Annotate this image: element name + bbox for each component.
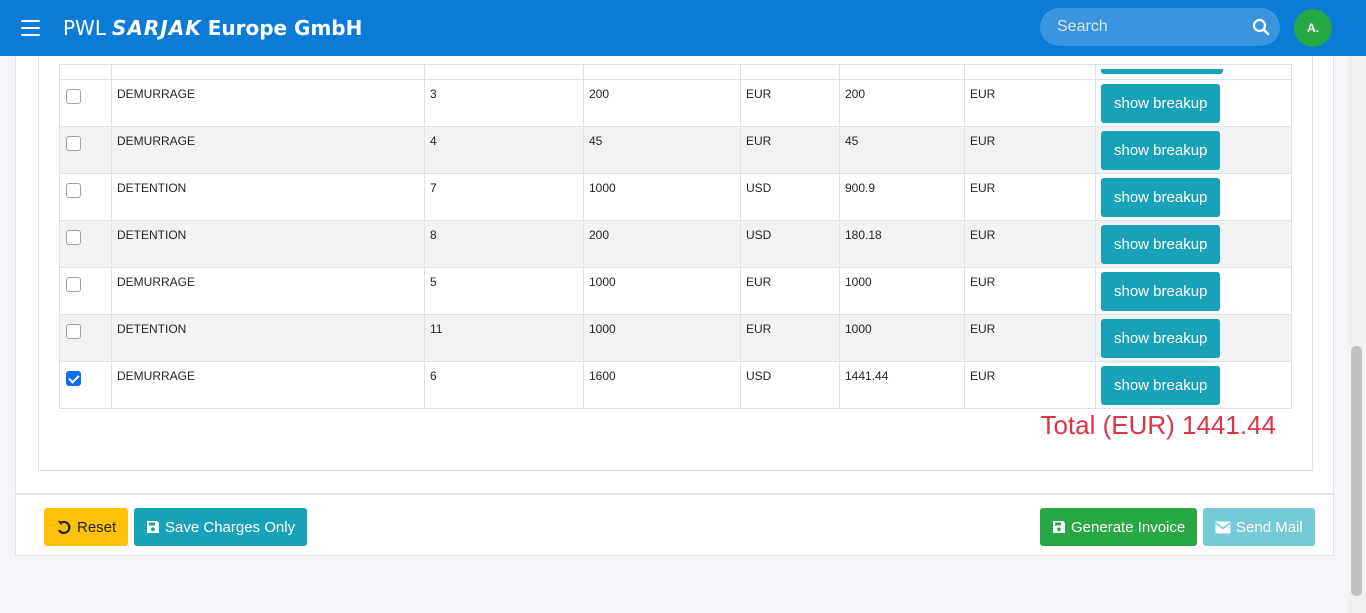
days-cell: 7 — [424, 173, 584, 221]
reset-button[interactable]: Reset — [44, 508, 129, 546]
total-amount: Total (EUR) 1441.44 — [1040, 410, 1276, 440]
show-breakup-button[interactable]: show breakup — [1101, 319, 1221, 358]
show-breakup-button[interactable]: show breakup — [1101, 84, 1221, 123]
charge-type-cell: DEMURRAGE — [111, 126, 425, 174]
charges-table: DEMURRAGE 3 200 EUR 200 EUR show breakup DEMURR… — [59, 64, 1292, 409]
currency-cell: USD — [740, 361, 840, 409]
amount-cell: 1000 — [583, 267, 741, 315]
amount-cell: 1000 — [583, 314, 741, 362]
show-breakup-button[interactable]: show breakup — [1101, 178, 1221, 217]
save-charges-label: Save Charges Only — [165, 518, 296, 536]
search-icon[interactable] — [1252, 18, 1270, 36]
converted-amount-cell: 180.18 — [839, 220, 965, 268]
row-checkbox[interactable] — [66, 324, 81, 339]
converted-amount-cell: 45 — [839, 126, 965, 174]
brand-prefix: PWL — [63, 16, 106, 40]
show-breakup-button[interactable]: show breakup — [1101, 272, 1221, 311]
table-row: DEMURRAGE 6 1600 USD 1441.44 EUR show breakup — [59, 361, 1292, 409]
generate-invoice-button[interactable]: Generate Invoice — [1040, 508, 1198, 546]
table-row: DETENTION 11 1000 EUR 1000 EUR show breakup — [59, 314, 1292, 362]
reset-label: Reset — [77, 518, 117, 536]
show-breakup-button[interactable] — [1101, 69, 1223, 74]
show-breakup-button[interactable]: show breakup — [1101, 225, 1221, 264]
page-scrollbar[interactable] — [1348, 56, 1366, 613]
generate-invoice-label: Generate Invoice — [1071, 518, 1186, 536]
currency-cell: USD — [740, 220, 840, 268]
days-cell: 11 — [424, 314, 584, 362]
row-checkbox[interactable] — [66, 136, 81, 151]
converted-amount-cell: 1000 — [839, 267, 965, 315]
days-cell: 3 — [424, 79, 584, 127]
search-input[interactable] — [1040, 8, 1240, 46]
converted-currency-cell: EUR — [964, 79, 1096, 127]
envelope-icon — [1215, 521, 1231, 533]
table-row: DETENTION 8 200 USD 180.18 EUR show breakup — [59, 220, 1292, 268]
show-breakup-button[interactable]: show breakup — [1101, 366, 1221, 405]
days-cell: 8 — [424, 220, 584, 268]
charges-panel: DEMURRAGE 3 200 EUR 200 EUR show breakup DEMURR… — [38, 56, 1313, 471]
converted-currency-cell: EUR — [964, 220, 1096, 268]
scrollbar-thumb[interactable] — [1351, 346, 1362, 596]
row-checkbox[interactable] — [66, 89, 81, 104]
amount-cell: 200 — [583, 220, 741, 268]
converted-currency-cell: EUR — [964, 361, 1096, 409]
converted-amount-cell: 900.9 — [839, 173, 965, 221]
amount-cell: 45 — [583, 126, 741, 174]
save-icon — [147, 521, 159, 533]
table-row: DEMURRAGE 3 200 EUR 200 EUR show breakup — [59, 79, 1292, 127]
charge-type-cell: DEMURRAGE — [111, 79, 425, 127]
converted-amount-cell: 1441.44 — [839, 361, 965, 409]
currency-cell: EUR — [740, 126, 840, 174]
table-row: DEMURRAGE 4 45 EUR 45 EUR show breakup — [59, 126, 1292, 174]
undo-icon — [57, 520, 71, 534]
save-charges-button[interactable]: Save Charges Only — [134, 508, 308, 546]
currency-cell: EUR — [740, 314, 840, 362]
days-cell: 6 — [424, 361, 584, 409]
table-row: DEMURRAGE 5 1000 EUR 1000 EUR show breakup — [59, 267, 1292, 315]
charge-type-cell: DETENTION — [111, 173, 425, 221]
charge-type-cell: DETENTION — [111, 314, 425, 362]
brand-title[interactable]: PWL SARJAK Europe GmbH — [63, 16, 362, 40]
save-icon — [1053, 521, 1065, 533]
send-mail-label: Send Mail — [1236, 518, 1303, 536]
currency-cell: EUR — [740, 79, 840, 127]
menu-icon[interactable] — [21, 20, 40, 36]
charge-type-cell: DEMURRAGE — [111, 361, 425, 409]
amount-cell: 1000 — [583, 173, 741, 221]
table-row-partial — [59, 64, 1292, 80]
converted-currency-cell: EUR — [964, 314, 1096, 362]
converted-currency-cell: EUR — [964, 126, 1096, 174]
row-checkbox[interactable] — [66, 230, 81, 245]
days-cell: 5 — [424, 267, 584, 315]
converted-amount-cell: 200 — [839, 79, 965, 127]
search-box — [1040, 8, 1280, 46]
converted-amount-cell: 1000 — [839, 314, 965, 362]
currency-cell: USD — [740, 173, 840, 221]
currency-cell: EUR — [740, 267, 840, 315]
avatar[interactable]: A. — [1294, 9, 1332, 47]
converted-currency-cell: EUR — [964, 267, 1096, 315]
top-navbar: PWLSARJAKEurope GmbH A. — [0, 0, 1366, 56]
send-mail-button[interactable]: Send Mail — [1203, 508, 1315, 546]
amount-cell: 1600 — [583, 361, 741, 409]
row-checkbox[interactable] — [66, 371, 81, 386]
converted-currency-cell: EUR — [964, 173, 1096, 221]
action-bar: Reset Save Charges Only Generate Invoice… — [15, 493, 1334, 556]
days-cell: 4 — [424, 126, 584, 174]
row-checkbox[interactable] — [66, 183, 81, 198]
row-checkbox[interactable] — [66, 277, 81, 292]
charge-type-cell: DEMURRAGE — [111, 267, 425, 315]
show-breakup-button[interactable]: show breakup — [1101, 131, 1221, 170]
table-row: DETENTION 7 1000 USD 900.9 EUR show breakup — [59, 173, 1292, 221]
charge-type-cell: DETENTION — [111, 220, 425, 268]
brand-logo: SARJAK — [111, 16, 202, 40]
amount-cell: 200 — [583, 79, 741, 127]
charges-card: DEMURRAGE 3 200 EUR 200 EUR show breakup DEMURR… — [15, 56, 1334, 493]
brand-suffix: Europe GmbH — [207, 16, 363, 40]
